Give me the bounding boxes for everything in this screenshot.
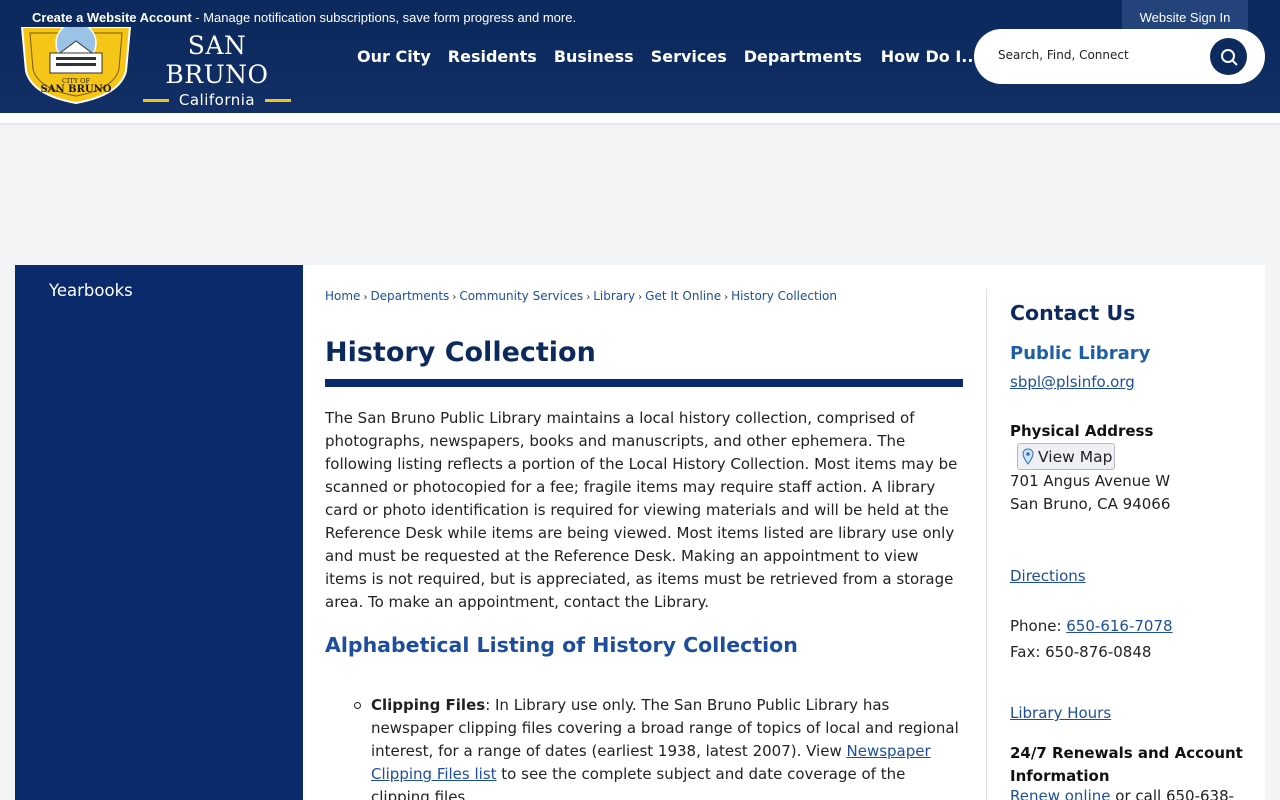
- address-street: 701 Angus Avenue W: [1010, 472, 1171, 490]
- nav-our-city[interactable]: Our City: [357, 47, 431, 66]
- renew-text: or call 650-638-: [1110, 787, 1235, 800]
- site-name[interactable]: SAN BRUNO California: [135, 31, 299, 109]
- breadcrumb-get-it-online[interactable]: Get It Online: [645, 289, 721, 303]
- page-title: History Collection: [325, 337, 596, 368]
- breadcrumb: Home › Departments › Community Services › Libr…: [325, 289, 837, 303]
- nav-business[interactable]: Business: [554, 47, 634, 66]
- contact-heading: Contact Us: [1010, 301, 1136, 325]
- phone-link[interactable]: 650-616-7078: [1066, 617, 1172, 635]
- notification-message: Create a Website Account - Manage notifi…: [32, 10, 576, 25]
- breadcrumb-home[interactable]: Home: [325, 289, 360, 303]
- sidebar: Yearbooks: [15, 265, 303, 800]
- view-map-button[interactable]: View Map: [1017, 443, 1115, 470]
- nav-how-do-i[interactable]: How Do I...: [881, 47, 980, 66]
- search-button[interactable]: [1210, 38, 1247, 75]
- renew-online-link[interactable]: Renew online: [1010, 787, 1111, 800]
- fax-line: Fax: 650-876-0848: [1010, 643, 1152, 661]
- nav-residents[interactable]: Residents: [448, 47, 537, 66]
- library-hours-link[interactable]: Library Hours: [1010, 704, 1111, 722]
- nav-departments[interactable]: Departments: [744, 47, 862, 66]
- physical-address-label: Physical Address: [1010, 422, 1154, 440]
- city-seal-logo[interactable]: CITY OF SAN BRUNO: [20, 27, 132, 105]
- directions-link[interactable]: Directions: [1010, 567, 1086, 585]
- site-header: CITY OF SAN BRUNO SAN BRUNO California O…: [0, 27, 1280, 113]
- address-city: San Bruno, CA 94066: [1010, 495, 1171, 513]
- section-heading: Alphabetical Listing of History Collecti…: [325, 633, 798, 657]
- bullet-icon: [354, 702, 361, 709]
- view-map-label: View Map: [1038, 447, 1113, 466]
- header-underline: [0, 113, 1280, 125]
- intro-paragraph: The San Bruno Public Library maintains a…: [325, 409, 958, 611]
- main-nav: Our City Residents Business Services Dep…: [357, 47, 980, 66]
- title-rule: [325, 379, 963, 387]
- article: Home › Departments › Community Services › Libr…: [325, 265, 965, 800]
- phone-line: Phone: 650-616-7078: [1010, 617, 1173, 635]
- search-box: Search, Find, Connect: [974, 29, 1265, 84]
- search-icon: [1220, 48, 1238, 66]
- breadcrumb-departments[interactable]: Departments: [370, 289, 449, 303]
- breadcrumb-community-services[interactable]: Community Services: [459, 289, 583, 303]
- contact-email-link[interactable]: sbpl@plsinfo.org: [1010, 373, 1135, 391]
- list-item-title: Clipping Files: [371, 696, 486, 714]
- site-name-state: California: [135, 91, 299, 109]
- main-content-area: Yearbooks Home › Departments › Community Ser…: [15, 265, 1265, 800]
- seal-bottom-text: SAN BRUNO: [41, 84, 112, 95]
- column-divider: [986, 289, 987, 800]
- create-account-link[interactable]: Create a Website Account: [32, 10, 192, 25]
- map-pin-icon: [1022, 447, 1034, 465]
- phone-label: Phone:: [1010, 617, 1067, 635]
- notification-text: - Manage notification subscriptions, sav…: [191, 10, 577, 25]
- renewals-label: 24/7 Renewals and Account Information: [1010, 744, 1243, 785]
- search-input[interactable]: Search, Find, Connect: [998, 48, 1129, 62]
- contact-department[interactable]: Public Library: [1010, 343, 1150, 364]
- sidebar-item-yearbooks[interactable]: Yearbooks: [49, 281, 133, 300]
- nav-services[interactable]: Services: [651, 47, 727, 66]
- site-name-city: SAN BRUNO: [165, 31, 269, 89]
- breadcrumb-history-collection[interactable]: History Collection: [731, 289, 837, 303]
- renew-line: Renew online or call 650-638-: [1010, 787, 1234, 800]
- breadcrumb-library[interactable]: Library: [593, 289, 635, 303]
- list-item: Clipping Files: In Library use only. The…: [354, 694, 965, 800]
